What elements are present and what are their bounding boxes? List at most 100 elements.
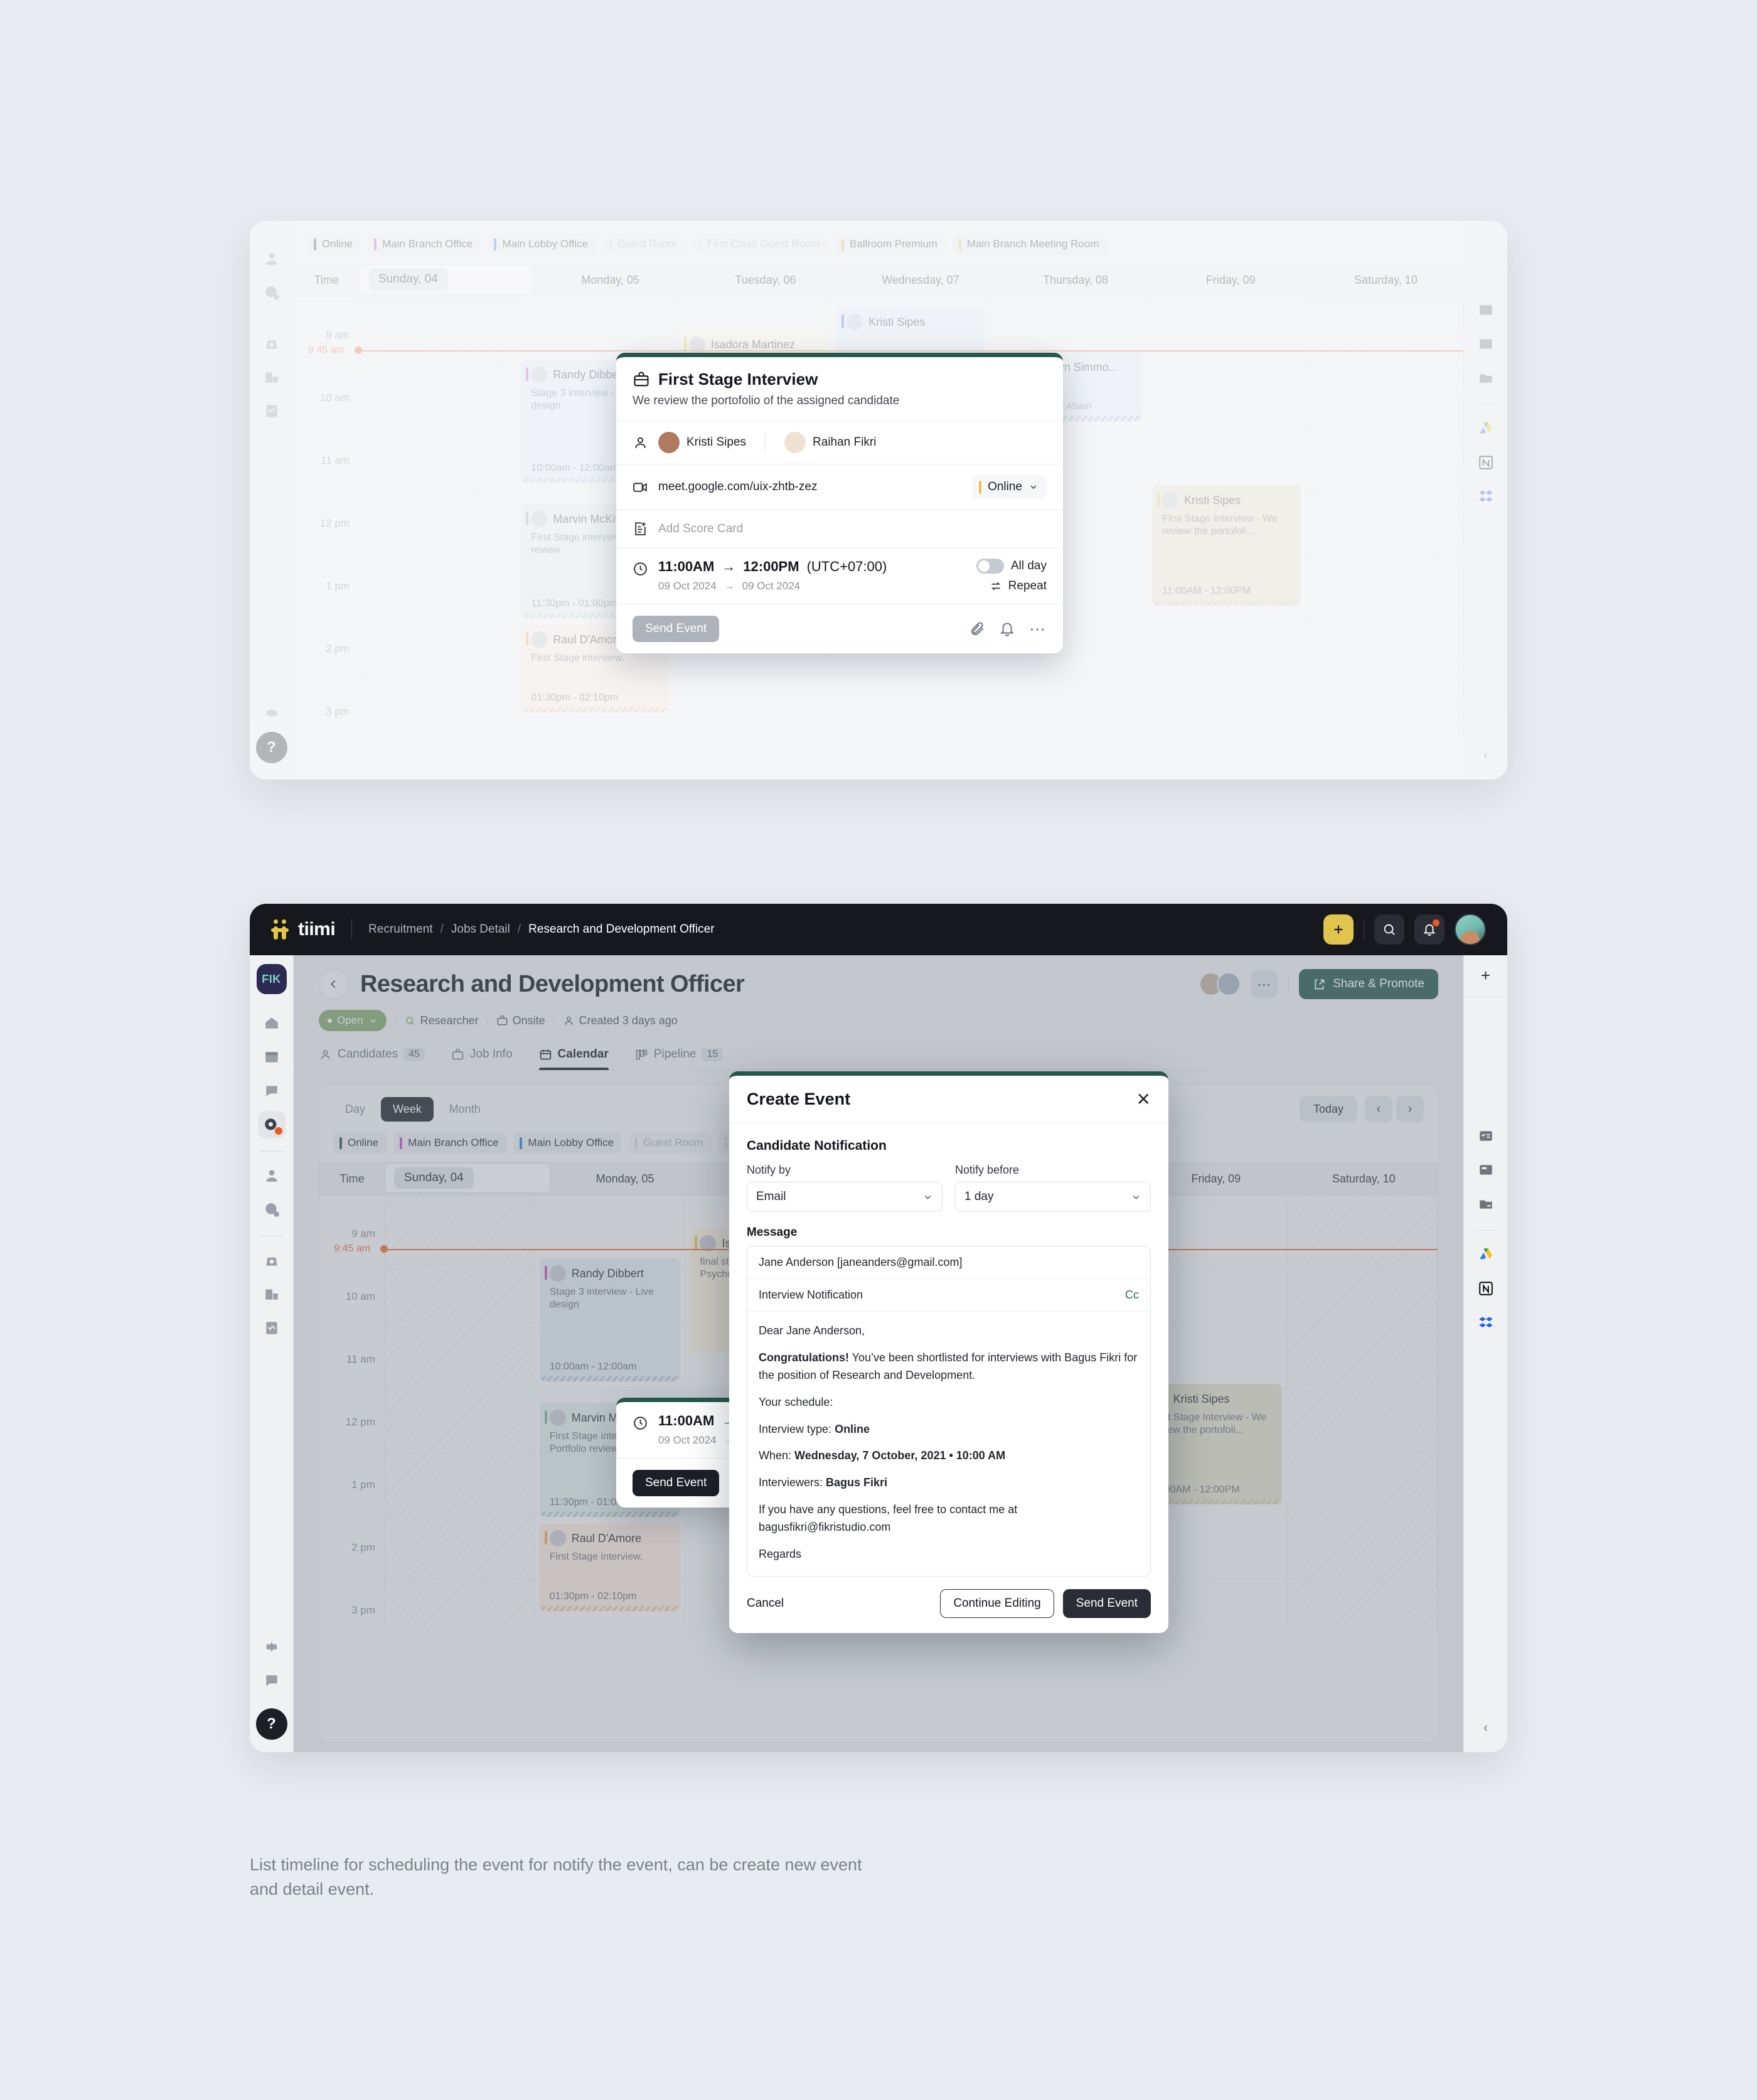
repeat-button[interactable]: Repeat	[976, 579, 1047, 593]
attendee-raihan-fikri[interactable]: Raihan Fikri	[784, 432, 876, 453]
body-contact: If you have any questions, feel free to …	[759, 1503, 1018, 1534]
people-icon[interactable]	[258, 1162, 286, 1189]
chip-ballroom-premium[interactable]: Ballroom Premium	[835, 233, 946, 255]
modal-header: Create Event ✕	[729, 1076, 1168, 1123]
quick-add-button[interactable]	[1323, 914, 1354, 945]
close-icon[interactable]: ✕	[1136, 1090, 1151, 1108]
recipient-field[interactable]: Jane Anderson [janeanders@gmail.com]	[747, 1246, 1150, 1279]
interviewers-value: Bagus Fikri	[826, 1476, 888, 1489]
time-start: 11:00AM	[658, 559, 715, 574]
breadcrumb-recruitment[interactable]: Recruitment	[368, 923, 432, 936]
google-drive-icon[interactable]	[1472, 1241, 1500, 1268]
main-content: Research and Development Officer ⋯ Share…	[294, 955, 1463, 1752]
help-chat-icon[interactable]	[258, 1667, 286, 1695]
meet-link[interactable]: meet.google.com/uix-zhtb-zez	[658, 480, 817, 494]
congrats-bold: Congratulations!	[759, 1351, 849, 1364]
dropbox-icon[interactable]	[1472, 1309, 1500, 1336]
day-header-sunday[interactable]: Sunday, 04	[359, 264, 533, 294]
day-column[interactable]: Kristi Sipes First Stage Interview - We r…	[1148, 297, 1306, 736]
brand-logo[interactable]: tiimi	[271, 919, 336, 940]
calendar-icon[interactable]	[258, 1043, 286, 1071]
avatar	[531, 367, 548, 383]
notify-before-label: Notify before	[955, 1164, 1020, 1176]
date-start: 09 Oct 2024	[658, 580, 717, 592]
payroll-icon[interactable]	[258, 1246, 286, 1274]
user-avatar[interactable]	[1455, 914, 1486, 945]
cc-button[interactable]: Cc	[1125, 1288, 1139, 1302]
notifications-button[interactable]	[1414, 914, 1445, 945]
event-time-row: 11:00AM → 12:00PM (UTC+07:00) 09 Oct 202…	[616, 548, 1063, 604]
clock-icon	[633, 1415, 648, 1431]
help-fab-button[interactable]: ?	[255, 1708, 287, 1740]
event-scorecard-row[interactable]: Add Score Card	[616, 510, 1063, 548]
day-header-monday[interactable]: Monday, 05	[533, 264, 688, 296]
collapse-right-rail-button[interactable]: ‹	[1475, 744, 1497, 766]
home-icon[interactable]	[258, 1009, 286, 1037]
search-button[interactable]	[1374, 914, 1404, 945]
bell-icon[interactable]	[999, 621, 1015, 637]
day-column[interactable]	[1305, 297, 1463, 736]
chip-main-lobby-office[interactable]: Main Lobby Office	[488, 233, 597, 255]
report-icon	[258, 397, 286, 425]
attendee-name: Raihan Fikri	[813, 436, 877, 449]
company-icon[interactable]	[258, 1280, 286, 1308]
chip-online[interactable]: Online	[307, 233, 361, 255]
notify-before-select[interactable]: 1 day	[955, 1182, 1151, 1212]
tasks-icon[interactable]	[1472, 1122, 1500, 1150]
location-select[interactable]: Online	[972, 475, 1047, 499]
time-icon	[258, 279, 286, 306]
event-detail-popup: First Stage Interview We review the port…	[616, 353, 1063, 653]
all-day-label: All day	[1010, 559, 1047, 572]
send-event-button[interactable]: Send Event	[633, 616, 720, 642]
settings-icon[interactable]	[258, 1633, 286, 1661]
send-event-button[interactable]: Send Event	[633, 1470, 720, 1496]
time-end: 12:00PM	[743, 559, 799, 574]
event-resize-handle[interactable]	[1152, 601, 1301, 606]
org-badge[interactable]: FIK	[256, 964, 287, 994]
subject-value: Interview Notification	[759, 1288, 863, 1301]
left-rail-top: ?	[250, 221, 294, 779]
all-day-toggle[interactable]	[976, 559, 1004, 574]
notification-badge	[1433, 919, 1439, 926]
day-header-thursday[interactable]: Thursday, 08	[998, 264, 1153, 296]
more-icon[interactable]: ⋯	[1029, 621, 1047, 637]
send-event-button[interactable]: Send Event	[1062, 1588, 1151, 1618]
continue-editing-button[interactable]: Continue Editing	[940, 1588, 1054, 1618]
subject-field[interactable]: Interview Notification Cc	[747, 1279, 1150, 1312]
event-resize-handle[interactable]	[521, 707, 670, 712]
notion-icon[interactable]	[1472, 1275, 1500, 1302]
day-header-tuesday[interactable]: Tuesday, 06	[688, 264, 843, 296]
report-icon[interactable]	[258, 1314, 286, 1342]
collapse-right-rail-button[interactable]: ‹	[1475, 1717, 1497, 1738]
sidebar-item-recruitment[interactable]	[257, 1111, 286, 1138]
attachment-icon[interactable]	[969, 621, 985, 637]
help-fab-button[interactable]: ?	[255, 732, 287, 763]
cancel-button[interactable]: Cancel	[747, 1597, 784, 1610]
day-header-saturday[interactable]: Saturday, 10	[1308, 264, 1463, 296]
body-congrats: Congratulations! You’ve been shortlisted…	[759, 1349, 1139, 1385]
date-start: 09 Oct 2024	[658, 1434, 717, 1446]
body-regards: Regards	[759, 1548, 802, 1561]
chip-guest-room[interactable]: Guest Room	[603, 233, 686, 255]
files-icon[interactable]	[1472, 1190, 1500, 1218]
day-column[interactable]	[359, 297, 517, 736]
add-panel-button[interactable]: +	[1464, 955, 1507, 997]
notes-icon[interactable]	[1472, 1156, 1500, 1184]
day-header-friday[interactable]: Friday, 09	[1153, 264, 1308, 296]
message-body[interactable]: Dear Jane Anderson, Congratulations! You…	[747, 1312, 1150, 1576]
payroll-icon	[258, 329, 286, 357]
calendar-event[interactable]: Kristi Sipes First Stage Interview - We r…	[1152, 485, 1301, 606]
breadcrumb-jobs-detail[interactable]: Jobs Detail	[451, 923, 510, 936]
attendee-kristi-sipes[interactable]: Kristi Sipes	[658, 432, 746, 453]
chevron-down-icon	[1028, 482, 1039, 492]
chip-first-class-guest-room[interactable]: First Class Guest Room	[692, 233, 828, 255]
chip-main-branch-meeting-room[interactable]: Main Branch Meeting Room	[952, 233, 1108, 255]
notify-by-select[interactable]: Email	[747, 1182, 943, 1212]
chat-icon[interactable]	[258, 1077, 286, 1105]
chip-main-branch-office[interactable]: Main Branch Office	[368, 233, 481, 255]
day-header-wednesday[interactable]: Wednesday, 07	[843, 264, 998, 296]
hour-label: 11 am	[321, 454, 350, 466]
modal-title: Create Event	[747, 1090, 851, 1108]
time-icon[interactable]	[258, 1196, 286, 1223]
notify-before-field: Notify before 1 day	[955, 1164, 1151, 1212]
